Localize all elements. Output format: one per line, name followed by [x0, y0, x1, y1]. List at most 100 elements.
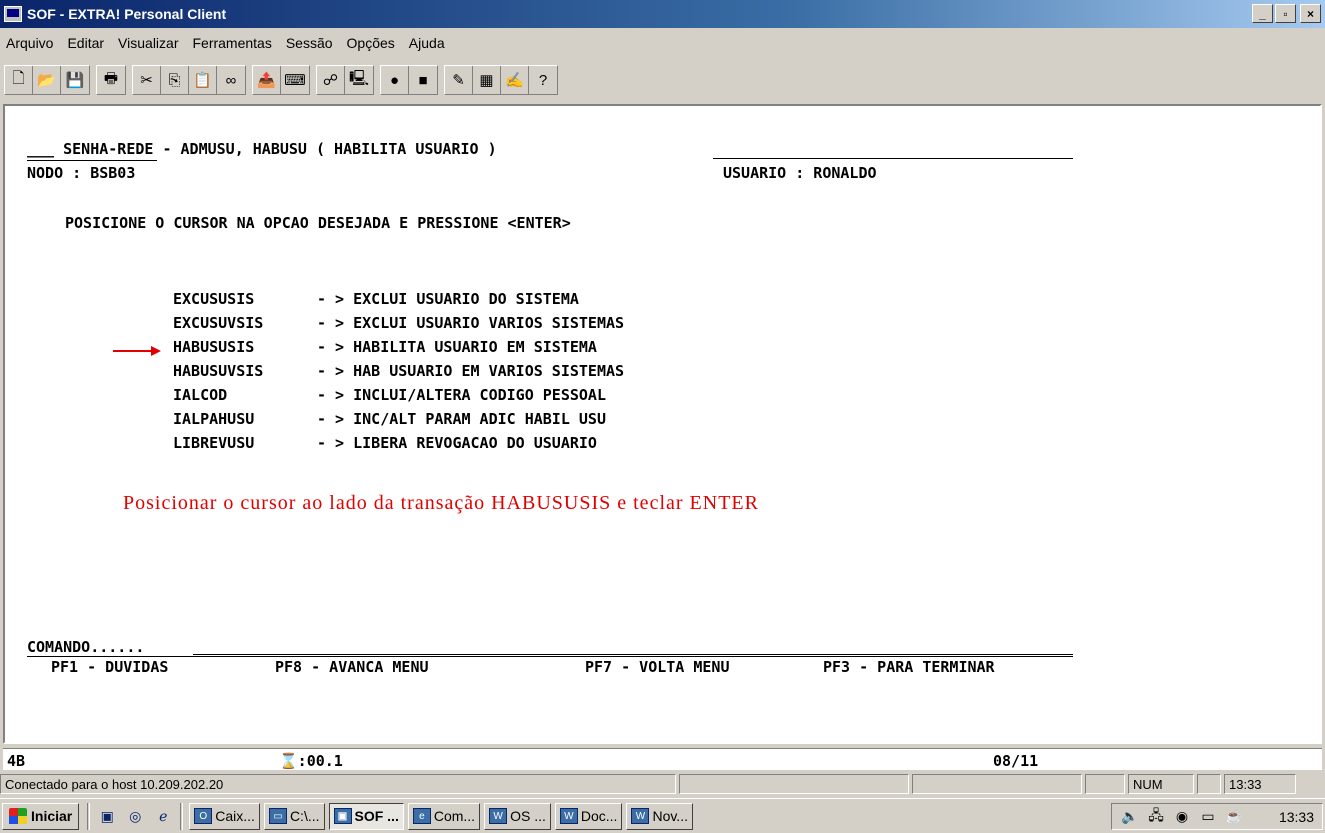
clock[interactable]: 13:33	[1279, 809, 1314, 825]
option-code[interactable]: LIBREVUSU	[173, 436, 263, 451]
outlook-icon[interactable]: ◎	[124, 805, 146, 827]
menu-opcoes[interactable]: Opções	[347, 35, 395, 51]
word-icon: W	[631, 808, 650, 824]
display-icon[interactable]: ▭	[1198, 808, 1218, 826]
maximize-button[interactable]: ▫	[1275, 4, 1296, 23]
menu-ferramentas[interactable]: Ferramentas	[192, 35, 271, 51]
print-icon[interactable]: 🖶	[97, 66, 125, 94]
terminal-screen[interactable]: ___ SENHA-REDE - ADMUSU, HABUSU ( HABILI…	[3, 104, 1322, 744]
word-icon: W	[559, 808, 578, 824]
task-button[interactable]: W OS ...	[484, 802, 551, 830]
browser-icon: e	[412, 808, 431, 824]
task-label: Nov...	[652, 808, 688, 824]
option-desc: - > HABILITA USUARIO EM SISTEMA	[317, 338, 597, 356]
toolbar-group-print: 🖶	[96, 65, 126, 95]
toolbar-group-tools: ✎ ▦ ✍ ?	[444, 65, 558, 95]
option-code[interactable]: HABUSUVSIS	[173, 364, 263, 379]
app-icon[interactable]	[4, 6, 22, 22]
status-bar: Conectado para o host 10.209.202.20 NUM …	[0, 772, 1325, 796]
command-input[interactable]	[193, 654, 1073, 655]
task-button[interactable]: W Nov...	[626, 802, 693, 830]
task-label: Caix...	[215, 808, 255, 824]
help-icon[interactable]: ?	[529, 66, 557, 94]
status-cell-empty	[912, 774, 1082, 794]
toolbar-group-transfer: 📤 ⌨	[252, 65, 310, 95]
instruction-annotation: Posicionar o cursor ao lado da transação…	[123, 492, 759, 514]
option-desc: - > EXCLUI USUARIO DO SISTEMA	[317, 290, 579, 308]
menu-visualizar[interactable]: Visualizar	[118, 35, 178, 51]
instruction-text: POSICIONE O CURSOR NA OPCAO DESEJADA E P…	[65, 214, 571, 232]
windows-logo-icon	[9, 808, 27, 824]
edit-macro-icon[interactable]: ✎	[445, 66, 473, 94]
operator-info-area: 4B ⌛:00.1 08/11	[3, 748, 1322, 770]
task-button[interactable]: W Doc...	[554, 802, 623, 830]
quickpad-icon[interactable]: ✍	[501, 66, 529, 94]
node-label: NODO : BSB03	[27, 164, 136, 182]
option-code[interactable]: HABUSUSIS	[173, 340, 263, 355]
taskbar-separator	[180, 802, 184, 830]
toolbar-group-file: 🗋 📂 💾	[4, 65, 90, 95]
save-icon[interactable]: 💾	[61, 66, 89, 94]
title-bar: SOF - EXTRA! Personal Client _ ▫ ×	[0, 0, 1325, 28]
pf1-key[interactable]: PF1 - DUVIDAS	[51, 660, 168, 675]
pf7-key[interactable]: PF7 - VOLTA MENU	[585, 660, 730, 675]
red-arrow-icon	[113, 346, 161, 356]
minimize-button[interactable]: _	[1252, 4, 1273, 23]
task-button[interactable]: e Com...	[407, 802, 481, 830]
close-button[interactable]: ×	[1300, 4, 1321, 23]
menu-editar[interactable]: Editar	[67, 35, 104, 51]
cursor-position: 08/11	[993, 752, 1039, 770]
volume-icon[interactable]: 🔈	[1120, 808, 1140, 826]
folder-icon: ▭	[268, 808, 287, 824]
browser-icon[interactable]: ℯ	[152, 805, 174, 827]
option-code[interactable]: EXCUSUVSIS	[173, 316, 263, 331]
toolbar-edit-icon[interactable]: ▦	[473, 66, 501, 94]
option-desc: - > EXCLUI USUARIO VARIOS SISTEMAS	[317, 314, 625, 332]
word-icon: W	[489, 808, 508, 824]
user-label: USUARIO : RONALDO	[723, 164, 877, 182]
toolbar-group-edit: ✂ ⎘ 📋 ∞	[132, 65, 246, 95]
option-code[interactable]: IALCOD	[173, 388, 263, 403]
task-label: Com...	[433, 808, 476, 824]
task-button[interactable]: O Caix...	[189, 802, 260, 830]
pf3-key[interactable]: PF3 - PARA TERMINAR	[823, 660, 995, 675]
menu-bar: Arquivo Editar Visualizar Ferramentas Se…	[0, 30, 459, 56]
open-folder-icon[interactable]: 📂	[33, 66, 61, 94]
taskbar-separator	[87, 802, 91, 830]
record-stop-icon[interactable]: ■	[409, 66, 437, 94]
paste-icon[interactable]: 📋	[189, 66, 217, 94]
toolbar-group-record: ● ■	[380, 65, 438, 95]
menu-sessao[interactable]: Sessão	[286, 35, 333, 51]
send-file-icon[interactable]: 📤	[253, 66, 281, 94]
new-document-icon[interactable]: 🗋	[5, 66, 33, 94]
start-label: Iniciar	[31, 808, 73, 824]
session-icon[interactable]: 🖳	[345, 66, 373, 94]
hotspot-icon[interactable]: ☍	[317, 66, 345, 94]
network-icon[interactable]: 🖧	[1146, 807, 1166, 826]
command-label: COMANDO......	[27, 638, 145, 656]
menu-ajuda[interactable]: Ajuda	[409, 35, 445, 51]
option-desc: - > INCLUI/ALTERA CODIGO PESSOAL	[317, 386, 606, 404]
toolbar: 🗋 📂 💾 🖶 ✂ ⎘ 📋 ∞ 📤 ⌨ ☍ 🖳 ● ■ ✎ ▦ ✍ ?	[4, 62, 564, 98]
java-icon[interactable]: ☕	[1224, 808, 1244, 826]
start-button[interactable]: Iniciar	[2, 802, 80, 830]
menu-arquivo[interactable]: Arquivo	[6, 35, 53, 51]
task-button[interactable]: ▭ C:\...	[263, 802, 325, 830]
keyboard-map-icon[interactable]: ⌨	[281, 66, 309, 94]
record-icon[interactable]: ●	[381, 66, 409, 94]
copy-icon[interactable]: ⎘	[161, 66, 189, 94]
window-controls: _ ▫ ×	[1252, 4, 1321, 23]
option-code[interactable]: EXCUSUSIS	[173, 292, 263, 307]
antivirus-icon[interactable]: ◉	[1172, 808, 1192, 826]
option-code[interactable]: IALPAHUSU	[173, 412, 263, 427]
task-label: OS ...	[510, 808, 546, 824]
cut-icon[interactable]: ✂	[133, 66, 161, 94]
option-desc: - > INC/ALT PARAM ADIC HABIL USU	[317, 410, 606, 428]
task-label: C:\...	[289, 808, 320, 824]
macro-icon[interactable]: ∞	[217, 66, 245, 94]
option-desc: - > HAB USUARIO EM VARIOS SISTEMAS	[317, 362, 625, 380]
desktop-icon[interactable]: ▣	[96, 805, 118, 827]
task-label: SOF ...	[354, 808, 399, 824]
pf8-key[interactable]: PF8 - AVANCA MENU	[275, 660, 429, 675]
task-button-active[interactable]: ▣ SOF ...	[328, 802, 404, 830]
